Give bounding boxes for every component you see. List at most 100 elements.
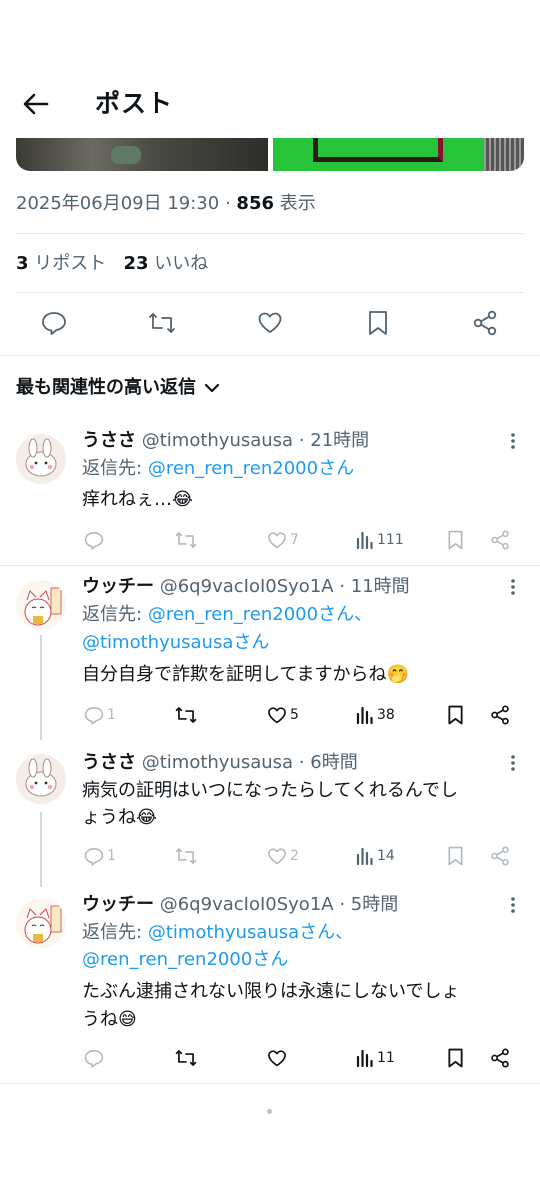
likes-stat[interactable]: 23 いいね <box>123 253 208 274</box>
reply-text-continued: ょうね😂 <box>82 807 158 828</box>
page-title: ポスト <box>95 89 174 118</box>
like-count: 2 <box>290 848 299 864</box>
reply-to-mention[interactable]: @ren_ren_ren2000さん、 <box>148 604 372 625</box>
author-name[interactable]: うささ <box>82 752 136 773</box>
more-vertical-icon <box>511 579 515 595</box>
repost-button[interactable] <box>175 843 197 869</box>
bookmark-button[interactable] <box>447 1045 464 1071</box>
reply-header: ウッチー @6q9vacIoI0Syo1A · 5時間 <box>82 892 398 918</box>
lucky-cat-avatar-icon <box>16 898 66 948</box>
repost-icon <box>175 1050 197 1066</box>
post-image-2[interactable] <box>273 138 524 171</box>
divider <box>0 1083 540 1084</box>
more-options-button[interactable] <box>502 428 524 454</box>
reply-button[interactable] <box>39 308 69 338</box>
bookmark-icon <box>448 530 463 550</box>
repost-button[interactable] <box>175 527 197 553</box>
reply-header: うささ @timothyusausa · 21時間 <box>82 428 369 454</box>
share-button[interactable] <box>490 702 510 728</box>
bookmark-button[interactable] <box>447 527 464 553</box>
more-options-button[interactable] <box>502 750 524 776</box>
post-image-1[interactable] <box>16 138 268 171</box>
reply-button[interactable] <box>84 527 104 553</box>
like-button[interactable] <box>267 1045 287 1071</box>
share-button[interactable] <box>490 1045 510 1071</box>
views-button[interactable]: 38 <box>356 702 395 728</box>
views-button[interactable]: 111 <box>356 527 404 553</box>
author-name[interactable]: うささ <box>82 430 136 451</box>
reply-item[interactable]: ウッチー @6q9vacIoI0Syo1A · 5時間 返信先: @timoth… <box>0 884 540 1084</box>
reposts-stat[interactable]: 3 リポスト <box>16 253 106 274</box>
reply-button[interactable] <box>84 1045 104 1071</box>
reply-to-line: 返信先: @ren_ren_ren2000さん、 <box>82 602 372 628</box>
share-button[interactable] <box>470 308 500 338</box>
repost-button[interactable] <box>175 1045 197 1071</box>
share-icon <box>491 846 509 866</box>
like-button[interactable] <box>255 308 285 338</box>
divider <box>0 355 540 356</box>
reply-to-mention[interactable]: @timothyusausaさん、 <box>148 922 353 943</box>
share-button[interactable] <box>490 843 510 869</box>
like-button[interactable]: 5 <box>267 702 299 728</box>
reply-item[interactable]: ウッチー @6q9vacIoI0Syo1A · 11時間 返信先: @ren_r… <box>0 566 540 746</box>
bookmark-icon <box>448 846 463 866</box>
post-action-bar <box>0 300 540 348</box>
reply-to-mention[interactable]: @ren_ren_ren2000さん <box>82 947 288 973</box>
author-handle[interactable]: @timothyusausa <box>142 752 293 773</box>
views-button[interactable]: 11 <box>356 1045 395 1071</box>
repost-icon <box>175 532 197 548</box>
lucky-cat-avatar-icon <box>16 580 66 630</box>
author-name[interactable]: ウッチー <box>82 894 154 915</box>
like-button[interactable]: 7 <box>267 527 299 553</box>
avatar[interactable] <box>16 580 66 630</box>
more-options-button[interactable] <box>502 574 524 600</box>
more-options-button[interactable] <box>502 892 524 918</box>
top-app-bar: ポスト <box>0 0 540 138</box>
reply-item[interactable]: うささ @timothyusausa · 6時間 病気の証明はいつになったらして… <box>0 744 540 884</box>
reply-time: · 11時間 <box>339 576 410 597</box>
reply-to-label: 返信先: <box>82 458 143 479</box>
back-button[interactable] <box>18 86 54 122</box>
like-count: 5 <box>290 707 299 723</box>
author-handle[interactable]: @6q9vacIoI0Syo1A <box>160 894 334 915</box>
arrow-left-icon <box>23 93 49 115</box>
chevron-down-icon <box>204 383 220 393</box>
views-button[interactable]: 14 <box>356 843 395 869</box>
reply-button[interactable]: 1 <box>84 843 116 869</box>
sort-label: 最も関連性の高い返信 <box>16 377 196 398</box>
reply-text: たぶん逮捕されない限りは永遠にしないでしょ <box>82 981 460 1002</box>
reply-item[interactable]: うささ @timothyusausa · 21時間 返信先: @ren_ren_… <box>0 420 540 560</box>
author-handle[interactable]: @timothyusausa <box>142 430 293 451</box>
repost-button[interactable] <box>147 308 177 338</box>
reply-to-mention[interactable]: @timothyusausaさん <box>82 630 269 656</box>
reply-to-mention[interactable]: @ren_ren_ren2000さん <box>148 458 354 479</box>
post-timestamp[interactable]: 2025年06月09日 19:30 <box>16 193 219 214</box>
more-vertical-icon <box>511 433 515 449</box>
avatar[interactable] <box>16 754 66 804</box>
reply-sort-dropdown[interactable]: 最も関連性の高い返信 <box>16 374 220 402</box>
heart-icon <box>268 531 286 548</box>
bookmark-button[interactable] <box>447 702 464 728</box>
bookmark-button[interactable] <box>363 308 393 338</box>
bar-chart-icon <box>356 706 373 724</box>
reply-button[interactable]: 1 <box>84 702 116 728</box>
author-name[interactable]: ウッチー <box>82 576 154 597</box>
avatar[interactable] <box>16 434 66 484</box>
like-count: 7 <box>290 532 299 548</box>
more-vertical-icon <box>511 897 515 913</box>
like-button[interactable]: 2 <box>267 843 299 869</box>
heart-icon <box>268 847 286 864</box>
reply-time: · 6時間 <box>298 752 358 773</box>
repost-icon <box>175 707 197 723</box>
author-handle[interactable]: @6q9vacIoI0Syo1A <box>160 576 334 597</box>
post-media[interactable] <box>16 138 524 171</box>
bookmark-button[interactable] <box>447 843 464 869</box>
divider <box>16 292 524 293</box>
reply-text: 痒れねぇ…😂 <box>82 489 194 510</box>
reply-time: · 21時間 <box>298 430 370 451</box>
heart-icon <box>268 1049 286 1066</box>
share-button[interactable] <box>490 527 510 553</box>
avatar[interactable] <box>16 898 66 948</box>
repost-button[interactable] <box>175 702 197 728</box>
reply-icon <box>42 312 66 335</box>
